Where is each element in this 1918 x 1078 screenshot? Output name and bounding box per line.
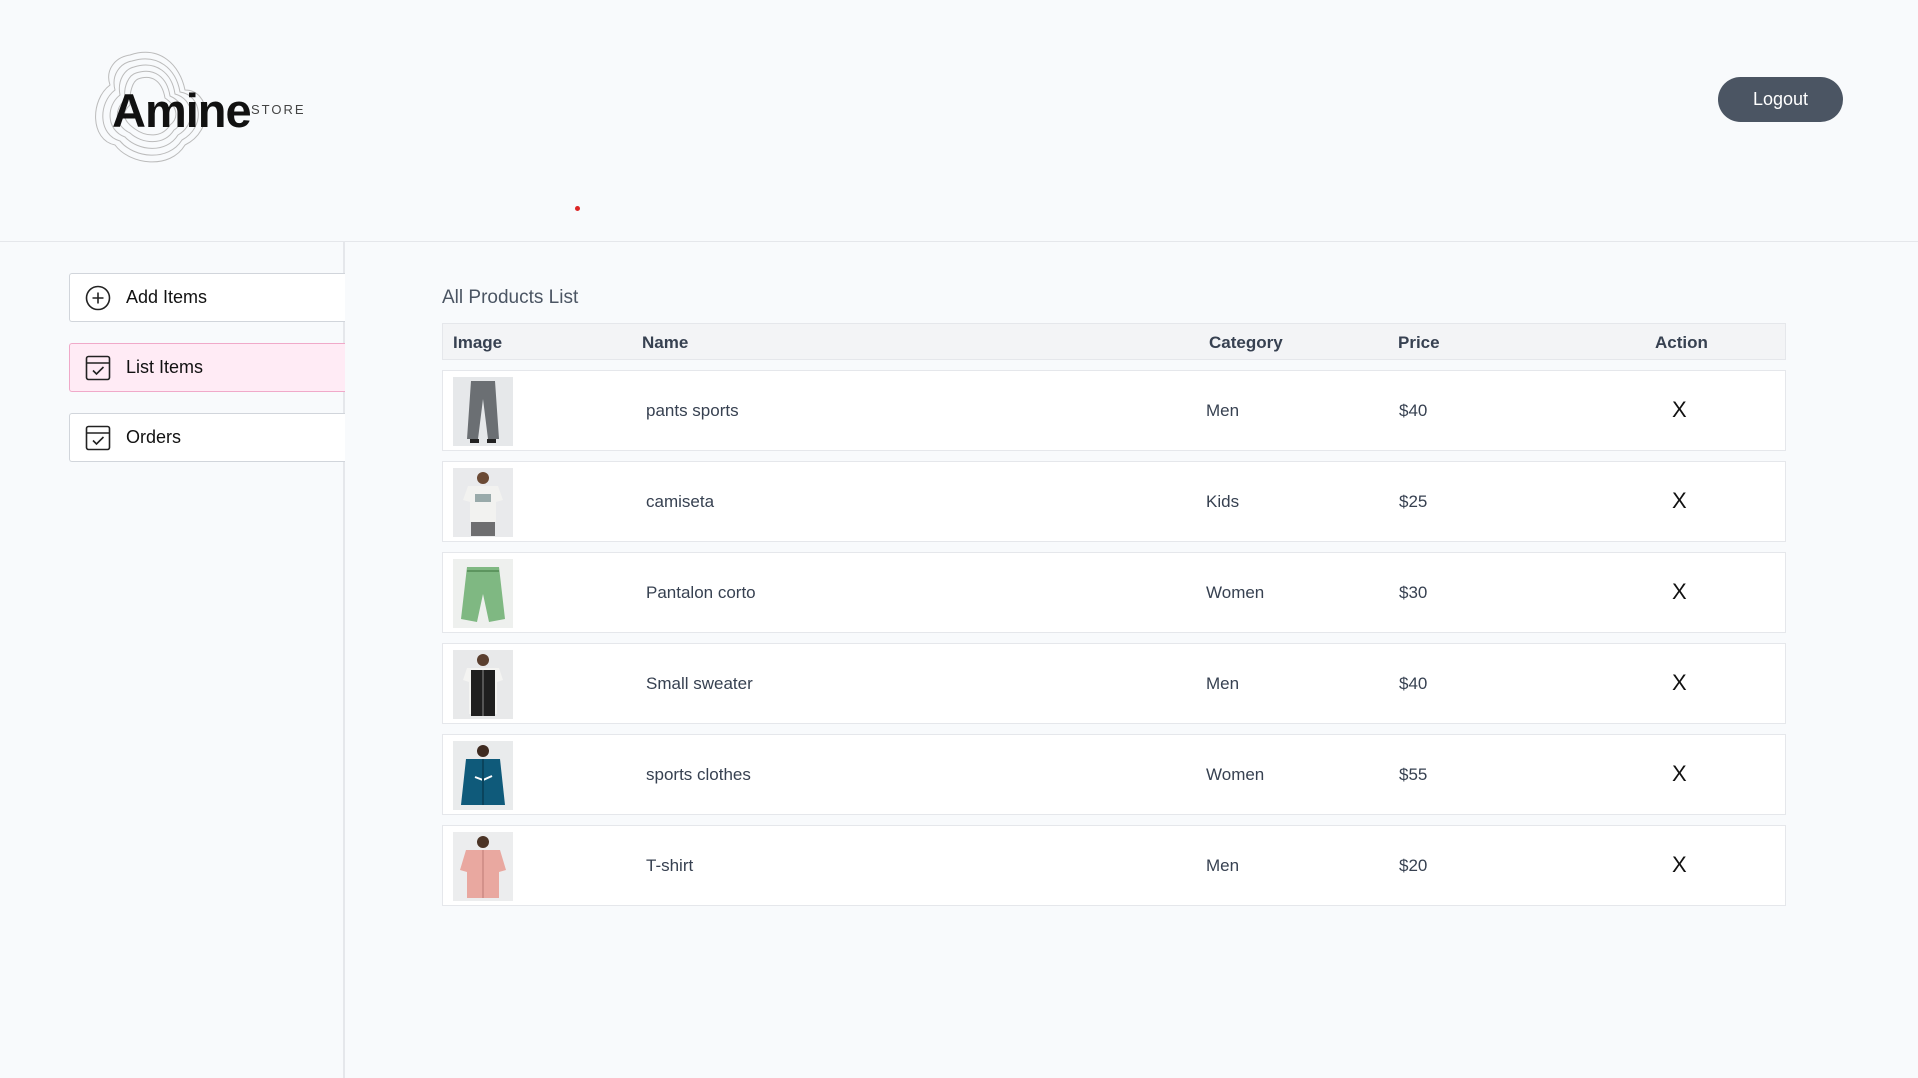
sidebar-item-label: List Items: [126, 357, 204, 377]
product-name: Pantalon corto: [646, 583, 756, 602]
product-price: $30: [1399, 583, 1428, 602]
table-row: camiseta Kids $25 X: [442, 461, 1786, 542]
product-price: $40: [1399, 674, 1428, 693]
remove-product-button[interactable]: X: [1672, 761, 1687, 787]
table-header: Image Name Category Price Action: [442, 323, 1786, 360]
product-category: Women: [1206, 765, 1265, 784]
product-price: $25: [1399, 492, 1428, 511]
sidebar-item-orders[interactable]: Orders: [69, 413, 345, 462]
table-row: T-shirt Men $20 X: [442, 825, 1786, 906]
plus-circle-icon: [85, 285, 111, 311]
sidebar-item-list-items[interactable]: List Items: [69, 343, 345, 392]
remove-product-button[interactable]: X: [1672, 488, 1687, 514]
column-header-price: Price: [1398, 333, 1440, 352]
product-category: Kids: [1206, 492, 1240, 511]
column-header-action: Action: [1655, 333, 1708, 352]
product-price: $40: [1399, 401, 1428, 420]
product-image: [453, 650, 513, 719]
store-logo[interactable]: Amine STORE: [90, 45, 310, 170]
column-header-name: Name: [642, 333, 689, 352]
indicator-dot: [575, 206, 580, 211]
product-name: T-shirt: [646, 856, 694, 875]
column-header-category: Category: [1209, 333, 1283, 352]
checkbox-icon: [85, 355, 111, 381]
logo-subtitle: STORE: [251, 102, 306, 117]
product-name: camiseta: [646, 492, 715, 511]
remove-product-button[interactable]: X: [1672, 852, 1687, 878]
product-price: $20: [1399, 856, 1428, 875]
product-image: [453, 559, 513, 628]
header-bar: Amine STORE Logout: [0, 0, 1918, 242]
table-row: sports clothes Women $55 X: [442, 734, 1786, 815]
product-image: [453, 741, 513, 810]
page-title: All Products List: [442, 287, 579, 308]
remove-product-button[interactable]: X: [1672, 670, 1687, 696]
product-name: pants sports: [646, 401, 739, 420]
product-name: sports clothes: [646, 765, 751, 784]
logout-button[interactable]: Logout: [1718, 77, 1843, 122]
product-image: [453, 377, 513, 446]
sidebar-item-add-items[interactable]: Add Items: [69, 273, 345, 322]
product-category: Men: [1206, 674, 1240, 693]
checkbox-icon: [85, 425, 111, 451]
product-category: Men: [1206, 856, 1240, 875]
table-row: Pantalon corto Women $30 X: [442, 552, 1786, 633]
product-category: Women: [1206, 583, 1265, 602]
logo-wordmark: Amine: [112, 84, 252, 137]
sidebar-item-label: Orders: [126, 427, 182, 447]
product-category: Men: [1206, 401, 1240, 420]
sidebar: Add Items List Items Orders: [0, 242, 345, 1078]
product-image: [453, 468, 513, 537]
column-header-image: Image: [453, 333, 503, 352]
sidebar-item-label: Add Items: [126, 287, 208, 307]
product-image: [453, 832, 513, 901]
table-row: pants sports Men $40 X: [442, 370, 1786, 451]
product-price: $55: [1399, 765, 1428, 784]
table-row: Small sweater Men $40 X: [442, 643, 1786, 724]
product-name: Small sweater: [646, 674, 753, 693]
remove-product-button[interactable]: X: [1672, 397, 1687, 423]
remove-product-button[interactable]: X: [1672, 579, 1687, 605]
